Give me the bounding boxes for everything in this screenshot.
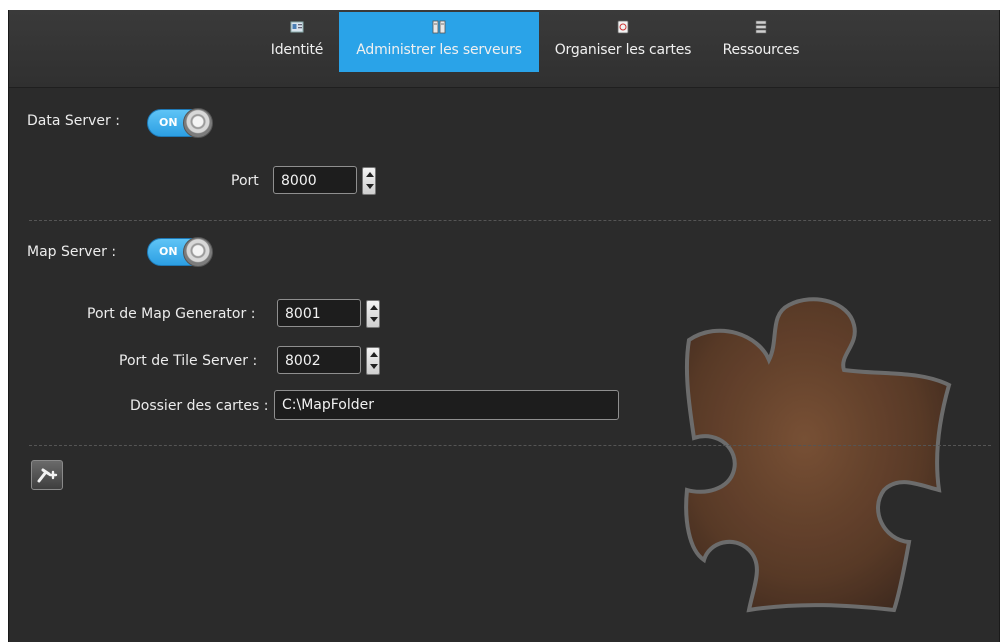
- map-generator-port-label: Port de Map Generator :: [87, 306, 256, 322]
- data-port-label: Port: [231, 173, 259, 189]
- spinner-arrows[interactable]: [366, 347, 380, 375]
- map-server-label: Map Server :: [27, 244, 117, 260]
- spinner-arrows[interactable]: [366, 300, 380, 328]
- toggle-on-text: ON: [159, 245, 178, 258]
- map-folder-field[interactable]: C:\MapFolder: [274, 390, 619, 420]
- tile-server-port-field[interactable]: 8002: [277, 346, 361, 374]
- arrow-down-icon[interactable]: [370, 364, 378, 369]
- arrow-down-icon[interactable]: [370, 317, 378, 322]
- puzzle-piece-icon: [649, 280, 969, 624]
- toggle-knob: [183, 237, 213, 267]
- section-divider: [29, 220, 991, 221]
- arrow-up-icon[interactable]: [370, 305, 378, 310]
- tile-server-port-label: Port de Tile Server :: [119, 353, 258, 369]
- section-divider: [29, 445, 991, 446]
- data-server-label: Data Server :: [27, 113, 120, 129]
- resources-stack-icon: [754, 20, 768, 34]
- tab-administrer-les-serveurs[interactable]: Administrer les serveurs: [339, 12, 539, 72]
- server-settings-panel: Identité Administrer les serveurs Organi…: [8, 10, 1000, 642]
- tab-label: Organiser les cartes: [554, 42, 692, 58]
- toggle-knob: [183, 108, 213, 138]
- map-folder-label: Dossier des cartes :: [130, 398, 269, 414]
- add-plugin-button[interactable]: [31, 460, 63, 490]
- map-server-toggle[interactable]: ON: [147, 237, 221, 267]
- map-document-icon: [616, 20, 630, 34]
- arrow-up-icon[interactable]: [370, 352, 378, 357]
- data-server-toggle[interactable]: ON: [147, 108, 221, 138]
- tab-identite[interactable]: Identité: [259, 12, 335, 76]
- tab-organiser-les-cartes[interactable]: Organiser les cartes: [541, 12, 705, 76]
- tab-label: Identité: [270, 42, 324, 58]
- tab-label: Administrer les serveurs: [356, 42, 522, 58]
- add-plugin-icon: [37, 468, 58, 483]
- toggle-on-text: ON: [159, 116, 178, 129]
- map-generator-port-field[interactable]: 8001: [277, 299, 361, 327]
- arrow-up-icon[interactable]: [366, 172, 374, 177]
- spinner-arrows[interactable]: [362, 167, 376, 195]
- data-port-field[interactable]: 8000: [273, 166, 357, 194]
- tab-label: Ressources: [722, 42, 800, 58]
- tab-bar: Identité Administrer les serveurs Organi…: [9, 10, 999, 88]
- servers-icon: [432, 20, 446, 34]
- arrow-down-icon[interactable]: [366, 184, 374, 189]
- id-card-icon: [290, 20, 304, 34]
- tab-ressources[interactable]: Ressources: [713, 12, 809, 76]
